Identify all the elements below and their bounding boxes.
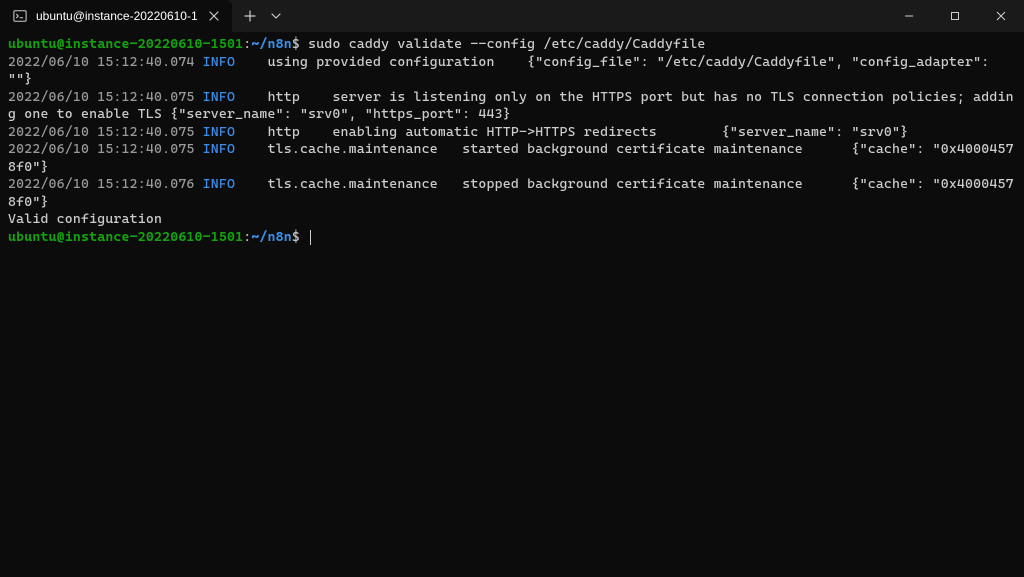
prompt-line-1: ubuntu@instance-20220610-1501:~/n8n$ sud… [8,36,1016,54]
cursor [310,230,311,245]
tab-dropdown-button[interactable] [264,2,288,30]
titlebar: ubuntu@instance-20220610-1 [0,0,1024,32]
prompt-line-2: ubuntu@instance-20220610-1501:~/n8n$ [8,229,1016,247]
terminal-icon [12,8,28,24]
new-tab-button[interactable] [234,2,266,30]
terminal-tab[interactable]: ubuntu@instance-20220610-1 [0,0,232,32]
close-window-button[interactable] [978,0,1024,32]
command-text: sudo caddy validate --config /etc/caddy/… [308,36,705,52]
log-line-1: 2022/06/10 15:12:40.074 INFO using provi… [8,54,1016,89]
window-controls [886,0,1024,32]
tab-title: ubuntu@instance-20220610-1 [36,9,198,23]
prompt-path: ~/n8n [251,229,292,245]
terminal-content[interactable]: ubuntu@instance-20220610-1501:~/n8n$ sud… [0,32,1024,251]
prompt-symbol: $ [292,229,300,245]
log-line-2: 2022/06/10 15:12:40.075 INFO http server… [8,89,1016,124]
titlebar-left: ubuntu@instance-20220610-1 [0,0,288,32]
close-tab-button[interactable] [206,8,222,24]
maximize-button[interactable] [932,0,978,32]
prompt-symbol: $ [292,36,300,52]
log-line-4: 2022/06/10 15:12:40.075 INFO tls.cache.m… [8,141,1016,176]
prompt-userhost: ubuntu@instance-20220610-1501 [8,36,243,52]
prompt-userhost: ubuntu@instance-20220610-1501 [8,229,243,245]
log-line-3: 2022/06/10 15:12:40.075 INFO http enabli… [8,124,1016,142]
minimize-button[interactable] [886,0,932,32]
prompt-path: ~/n8n [251,36,292,52]
log-line-5: 2022/06/10 15:12:40.076 INFO tls.cache.m… [8,176,1016,211]
valid-line: Valid configuration [8,211,1016,229]
